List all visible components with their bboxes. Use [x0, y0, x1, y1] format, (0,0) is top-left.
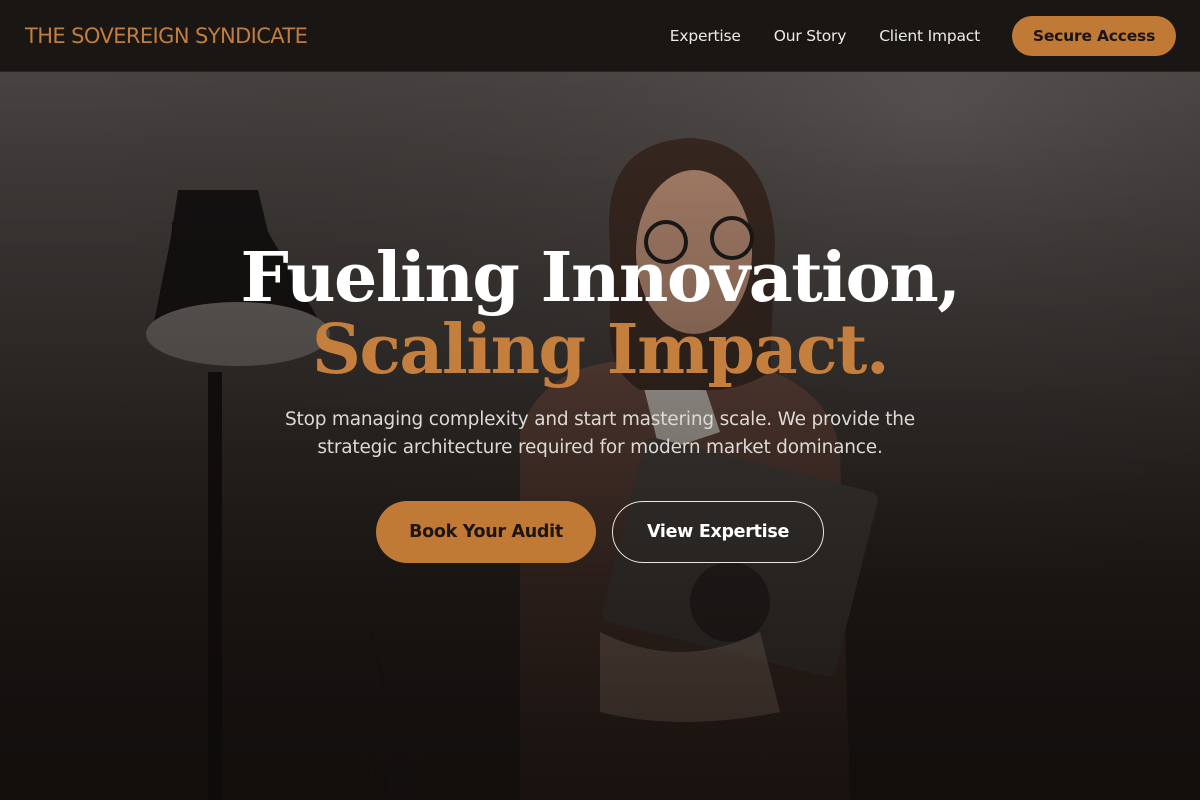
hero-headline-line2: Scaling Impact.	[311, 310, 890, 390]
hero-subtext: Stop managing complexity and start maste…	[284, 409, 915, 458]
nav-link-client-impact[interactable]: Client Impact	[879, 27, 980, 45]
nav-link-expertise[interactable]: Expertise	[670, 27, 741, 45]
secure-access-button[interactable]: Secure Access	[1012, 15, 1176, 56]
book-audit-button[interactable]: Book Your Audit	[376, 501, 596, 563]
view-expertise-button[interactable]: View Expertise	[612, 501, 824, 563]
hero-content: Fueling Innovation, Scaling Impact. Stop…	[0, 72, 1200, 800]
hero-headline-line1: Fueling Innovation,	[240, 238, 961, 318]
main-nav: Expertise Our Story Client Impact Secure…	[670, 15, 1176, 56]
brand-logo[interactable]: THE SOVEREIGN SYNDICATE	[25, 24, 308, 48]
site-header: THE SOVEREIGN SYNDICATE Expertise Our St…	[0, 0, 1200, 72]
nav-link-our-story[interactable]: Our Story	[774, 27, 847, 45]
